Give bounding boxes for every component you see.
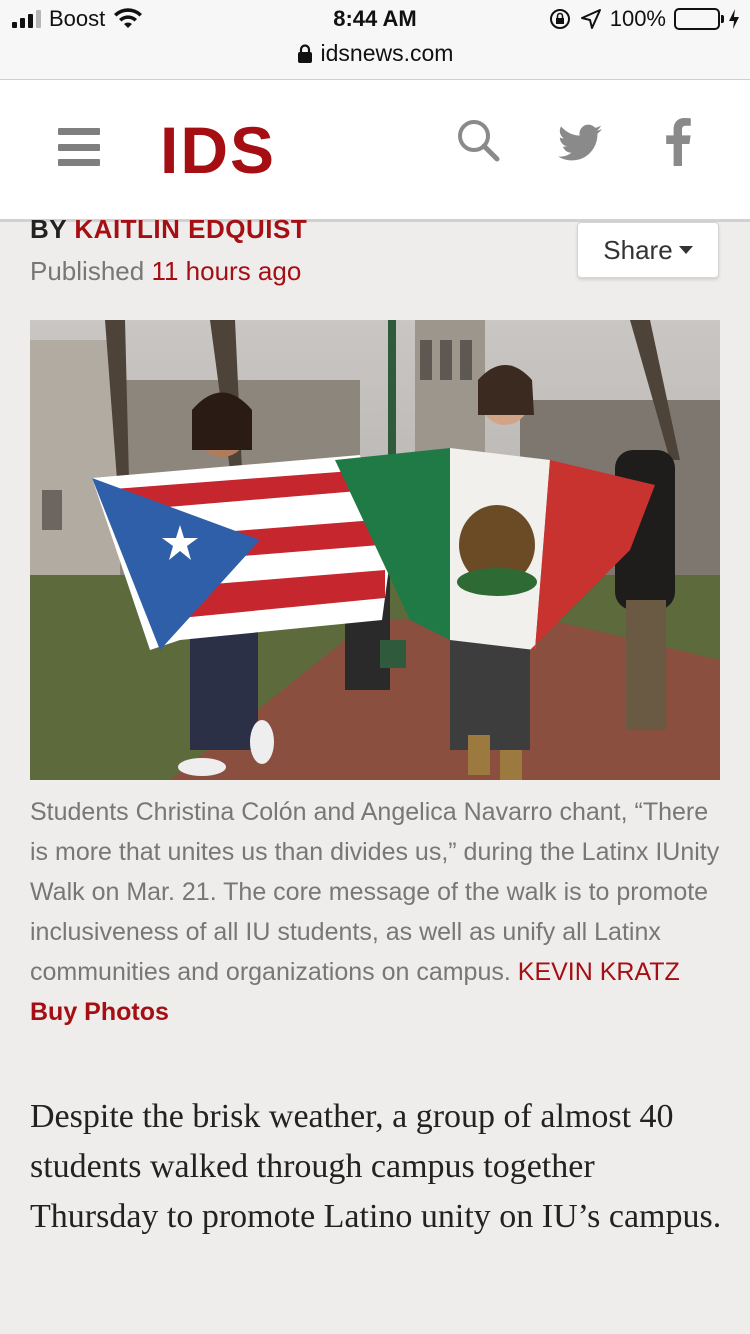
photo-caption: Students Christina Colón and Angelica Na…	[30, 792, 725, 1032]
menu-icon[interactable]	[58, 128, 100, 166]
site-logo[interactable]: IDS	[160, 112, 276, 188]
status-right: 100%	[548, 6, 740, 32]
byline: BY KAITLIN EDQUIST	[30, 214, 307, 245]
url-text: idsnews.com	[320, 40, 454, 66]
charging-icon	[729, 9, 739, 29]
published-line: Published 11 hours ago	[30, 256, 301, 287]
published-time: 11 hours ago	[151, 256, 302, 286]
share-button[interactable]: Share	[577, 222, 719, 278]
article-photo[interactable]	[30, 320, 720, 780]
caret-down-icon	[678, 246, 693, 254]
search-icon[interactable]	[456, 118, 500, 162]
buy-photos-link[interactable]: Buy Photos	[30, 998, 169, 1026]
url-bar[interactable]: idsnews.com	[0, 40, 750, 67]
status-bar: Boost 8:44 AM 100% idsnews.com	[0, 0, 750, 80]
article-lede: Despite the brisk weather, a group of al…	[30, 1098, 722, 1235]
author-link[interactable]: KAITLIN EDQUIST	[74, 214, 307, 244]
byline-prefix: BY	[30, 214, 67, 244]
twitter-icon[interactable]	[558, 124, 602, 162]
published-prefix: Published	[30, 256, 145, 286]
facebook-icon[interactable]	[664, 118, 692, 166]
battery-percent: 100%	[609, 6, 666, 31]
battery-icon	[674, 8, 724, 30]
lock-icon	[297, 43, 312, 63]
site-header: IDS	[0, 80, 750, 222]
photo-credit-link[interactable]: KEVIN KRATZ	[518, 958, 680, 986]
share-label: Share	[603, 234, 673, 265]
location-icon	[580, 9, 601, 29]
lock-rotation-icon	[549, 9, 570, 29]
